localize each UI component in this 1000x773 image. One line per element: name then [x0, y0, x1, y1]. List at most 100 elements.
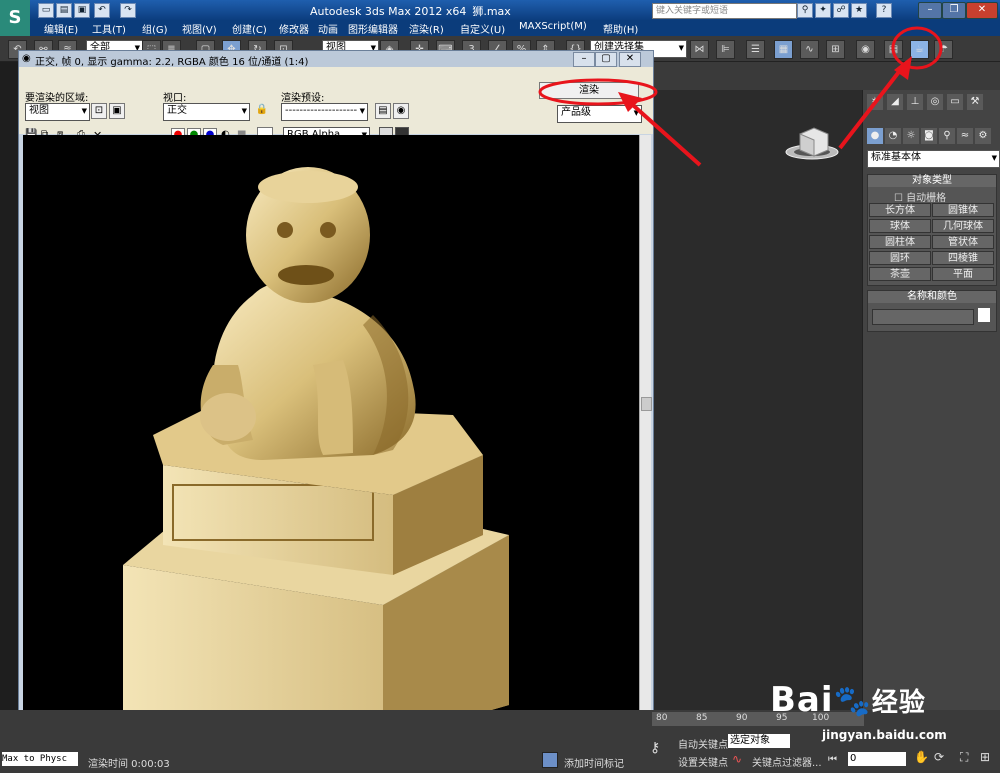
- maximize-viewport-icon[interactable]: ⛶: [960, 750, 968, 765]
- modify-tab-icon[interactable]: ◢: [887, 94, 903, 110]
- open-file-icon[interactable]: ▤: [56, 3, 72, 18]
- minimize-button[interactable]: –: [918, 2, 942, 19]
- pan-icon[interactable]: ✋: [914, 750, 929, 764]
- lights-icon[interactable]: ☼: [903, 128, 919, 144]
- teapot-button[interactable]: 茶壶: [869, 267, 931, 281]
- maxscript-listener-input[interactable]: Max to Physc: [2, 752, 78, 766]
- object-color-swatch[interactable]: [978, 308, 990, 322]
- utilities-tab-icon[interactable]: ⚒: [967, 94, 983, 110]
- hierarchy-tab-icon[interactable]: ⊥: [907, 94, 923, 110]
- communication-icon[interactable]: ☍: [833, 3, 849, 18]
- shapes-icon[interactable]: ◔: [885, 128, 901, 144]
- render-preset-select[interactable]: --------------------: [281, 103, 368, 121]
- geosphere-button[interactable]: 几何球体: [932, 219, 994, 233]
- mirror-icon[interactable]: ⋈: [690, 40, 709, 59]
- perspective-viewport[interactable]: [652, 90, 862, 710]
- cylinder-button[interactable]: 圆柱体: [869, 235, 931, 249]
- binoculars-icon[interactable]: ⚲: [797, 3, 813, 18]
- key-filters-button[interactable]: 关键点过滤器...: [752, 754, 822, 769]
- orbit-icon[interactable]: ⟳: [934, 750, 944, 764]
- render-window-minimize[interactable]: –: [573, 52, 595, 67]
- cone-button[interactable]: 圆锥体: [932, 203, 994, 217]
- lock-icon[interactable]: 🔒: [255, 103, 269, 117]
- render-window-close[interactable]: ✕: [619, 52, 641, 67]
- maximize-button[interactable]: ❐: [942, 2, 966, 19]
- menu-rendering[interactable]: 渲染(R): [409, 21, 444, 36]
- box-button[interactable]: 长方体: [869, 203, 931, 217]
- save-file-icon[interactable]: ▣: [74, 3, 90, 18]
- menu-view[interactable]: 视图(V): [182, 21, 217, 36]
- new-file-icon[interactable]: ▭: [38, 3, 54, 18]
- star-icon[interactable]: ★: [851, 3, 867, 18]
- viewcube-icon[interactable]: [652, 90, 862, 710]
- redo-icon[interactable]: ↷: [120, 3, 136, 18]
- schematic-view-icon[interactable]: ⊞: [826, 40, 845, 59]
- current-frame-input[interactable]: 0: [848, 752, 906, 766]
- render-setup-small-icon[interactable]: ▤: [375, 103, 391, 119]
- vertical-scrollbar[interactable]: [639, 135, 652, 741]
- close-button[interactable]: ✕: [966, 2, 998, 19]
- material-editor-icon[interactable]: ◉: [856, 40, 875, 59]
- render-mode-select[interactable]: 产品级: [557, 105, 642, 123]
- align-icon[interactable]: ⊫: [716, 40, 735, 59]
- name-color-header[interactable]: 名称和颜色: [868, 291, 996, 303]
- render-window-maximize[interactable]: ▢: [595, 52, 617, 67]
- render-setup-icon[interactable]: ▤: [884, 40, 903, 59]
- default-tangent-icon[interactable]: ∿: [732, 752, 742, 766]
- menu-tools[interactable]: 工具(T): [92, 21, 126, 36]
- motion-tab-icon[interactable]: ◎: [927, 94, 943, 110]
- tube-button[interactable]: 管状体: [932, 235, 994, 249]
- viewport-select[interactable]: 正交: [163, 103, 250, 121]
- search-input[interactable]: 键入关键字或短语: [652, 3, 797, 19]
- curve-editor-icon[interactable]: ∿: [800, 40, 819, 59]
- auto-key-button[interactable]: 自动关键点: [678, 736, 728, 751]
- systems-icon[interactable]: ⚙: [975, 128, 991, 144]
- menu-edit[interactable]: 编辑(E): [44, 21, 78, 36]
- tools-icon[interactable]: ✦: [815, 3, 831, 18]
- torus-button[interactable]: 圆环: [869, 251, 931, 265]
- set-key-button[interactable]: 设置关键点: [678, 754, 728, 769]
- plane-button[interactable]: 平面: [932, 267, 994, 281]
- rendered-frame-window-icon[interactable]: ☕: [910, 40, 929, 59]
- graphite-ribbon-icon[interactable]: ▦: [774, 40, 793, 59]
- menu-graph-editors[interactable]: 图形编辑器: [348, 21, 398, 36]
- key-mode-select[interactable]: 选定对象: [728, 734, 790, 748]
- create-tab-icon[interactable]: ✶: [867, 94, 883, 110]
- helpers-icon[interactable]: ⚲: [939, 128, 955, 144]
- menu-help[interactable]: 帮助(H): [603, 21, 638, 36]
- render-button[interactable]: 渲染: [539, 82, 639, 99]
- menu-modifiers[interactable]: 修改器: [279, 21, 309, 36]
- object-name-input[interactable]: [872, 309, 974, 325]
- auto-region-icon[interactable]: ▣: [109, 103, 125, 119]
- display-tab-icon[interactable]: ▭: [947, 94, 963, 110]
- render-production-icon[interactable]: ☂: [934, 40, 953, 59]
- go-to-start-icon[interactable]: ⏮: [828, 754, 837, 765]
- sphere-button[interactable]: 球体: [869, 219, 931, 233]
- add-time-tag-button[interactable]: 添加时间标记: [564, 755, 624, 770]
- undo-icon[interactable]: ↶: [94, 3, 110, 18]
- cameras-icon[interactable]: ◙: [921, 128, 937, 144]
- object-type-header[interactable]: 对象类型: [868, 175, 996, 187]
- zoom-extents-icon[interactable]: ⊞: [980, 750, 990, 764]
- menu-animation[interactable]: 动画: [318, 21, 338, 36]
- app-logo-icon[interactable]: S: [0, 0, 30, 36]
- geometry-icon[interactable]: ●: [867, 128, 883, 144]
- key-icon[interactable]: ⚷: [650, 740, 660, 756]
- space-warps-icon[interactable]: ≈: [957, 128, 973, 144]
- environment-icon[interactable]: ◉: [393, 103, 409, 119]
- autogrid-checkbox[interactable]: ☐ 自动栅格: [894, 189, 946, 204]
- render-window-titlebar: ◉ 正交, 帧 0, 显示 gamma: 2.2, RGBA 颜色 16 位/通…: [19, 51, 653, 68]
- menu-group[interactable]: 组(G): [142, 21, 168, 36]
- menu-customize[interactable]: 自定义(U): [460, 21, 505, 36]
- edit-region-icon[interactable]: ⊡: [91, 103, 107, 119]
- layer-manager-icon[interactable]: ☰: [746, 40, 765, 59]
- primitive-category-select[interactable]: 标准基本体: [867, 150, 1000, 168]
- help-icon[interactable]: ?: [876, 3, 892, 18]
- pyramid-button[interactable]: 四棱锥: [932, 251, 994, 265]
- area-to-render-select[interactable]: 视图: [25, 103, 90, 121]
- scrollbar-thumb[interactable]: [641, 397, 652, 411]
- menu-create[interactable]: 创建(C): [232, 21, 267, 36]
- menu-maxscript[interactable]: MAXScript(M): [519, 21, 587, 32]
- lion-statue-render: [123, 167, 509, 741]
- time-tag-icon[interactable]: [542, 752, 558, 768]
